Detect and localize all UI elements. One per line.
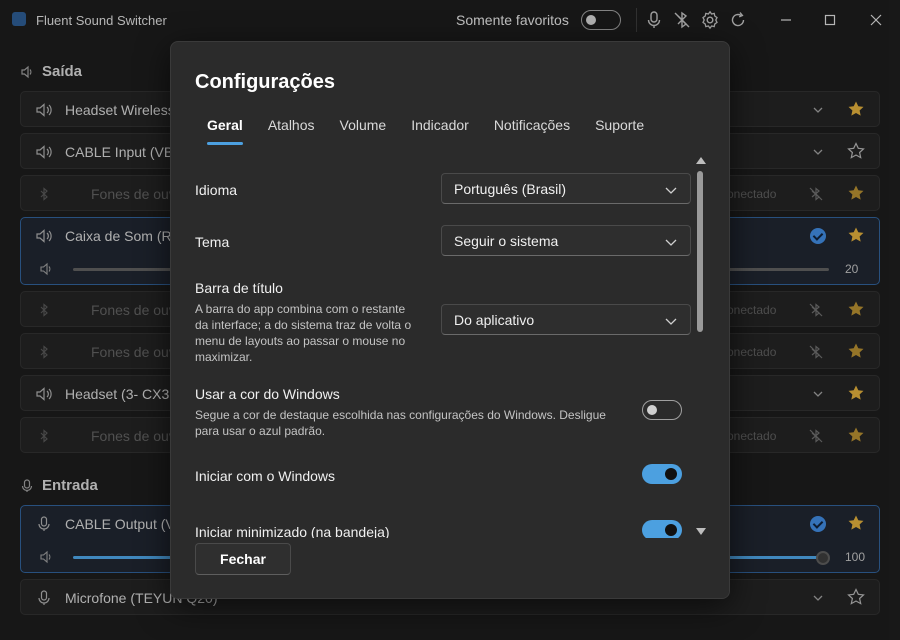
tab-shortcuts[interactable]: Atalhos — [268, 117, 315, 133]
windows-color-label: Usar a cor do Windows — [195, 386, 340, 402]
scroll-thumb[interactable] — [697, 171, 703, 332]
close-button[interactable]: Fechar — [195, 543, 291, 575]
tab-notifications[interactable]: Notificações — [494, 117, 570, 133]
language-value: Português (Brasil) — [454, 181, 567, 197]
start-minimized-toggle[interactable] — [642, 520, 682, 540]
language-label: Idioma — [195, 182, 238, 198]
settings-dialog: Configurações Geral Atalhos Volume Indic… — [170, 41, 730, 599]
chevron-down-icon — [665, 239, 677, 246]
start-with-windows-toggle[interactable] — [642, 464, 682, 484]
tab-volume[interactable]: Volume — [340, 117, 387, 133]
scroll-down-arrow-icon[interactable] — [696, 528, 706, 535]
titlebar-description-line: maximizar. — [195, 350, 253, 364]
titlebar-description-line: A barra do app combina com o restante — [195, 302, 406, 316]
tab-indicator[interactable]: Indicador — [411, 117, 469, 133]
chevron-down-icon — [665, 318, 677, 325]
tab-support[interactable]: Suporte — [595, 117, 644, 133]
tab-general[interactable]: Geral — [195, 117, 255, 145]
theme-value: Seguir o sistema — [454, 233, 559, 249]
scroll-up-arrow-icon[interactable] — [696, 157, 706, 164]
chevron-down-icon — [665, 187, 677, 194]
start-with-windows-label: Iniciar com o Windows — [195, 468, 336, 484]
titlebar-value: Do aplicativo — [454, 312, 535, 328]
dialog-title: Configurações — [195, 71, 336, 93]
settings-tabs: Geral Atalhos Volume Indicador Notificaç… — [195, 117, 644, 145]
settings-scrollbar[interactable] — [693, 155, 707, 537]
titlebar-select[interactable]: Do aplicativo — [441, 304, 691, 335]
windows-color-description-line: para usar o azul padrão. — [195, 424, 326, 438]
titlebar-description-line: da interface; a do sistema traz de volta… — [195, 318, 412, 332]
windows-color-description-line: Segue a cor de destaque escolhida nas co… — [195, 408, 606, 422]
settings-content: Idioma Português (Brasil) Tema Seguir o … — [171, 154, 711, 542]
theme-label: Tema — [195, 234, 230, 250]
titlebar-description-line: menu de layouts ao passar o mouse no — [195, 334, 406, 348]
theme-select[interactable]: Seguir o sistema — [441, 225, 691, 256]
windows-color-description: Segue a cor de destaque escolhida nas co… — [195, 407, 606, 439]
language-select[interactable]: Português (Brasil) — [441, 173, 691, 204]
titlebar-description: A barra do app combina com o restante da… — [195, 301, 411, 365]
windows-color-toggle[interactable] — [642, 400, 682, 420]
titlebar-label: Barra de título — [195, 280, 283, 296]
dialog-footer: Fechar — [171, 538, 729, 598]
